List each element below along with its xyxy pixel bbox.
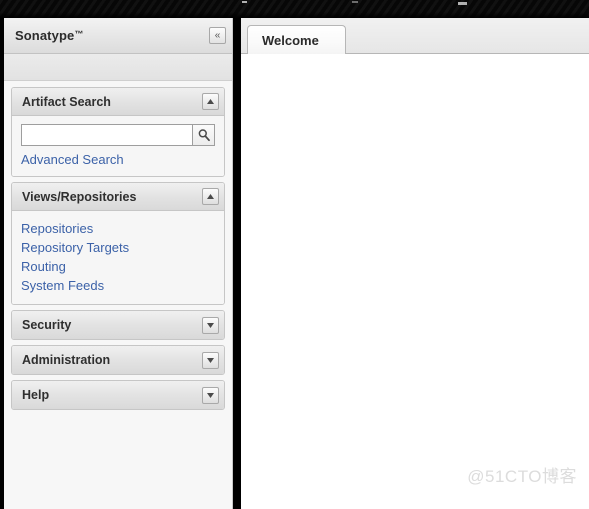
- panel-body-artifact-search: Advanced Search: [12, 116, 224, 176]
- sidebar-accordion: Artifact Search Advanced Search Views/Re…: [4, 81, 232, 410]
- panel-title: Security: [22, 318, 72, 332]
- sidebar-toolbar-strip: [4, 54, 232, 81]
- top-bar-glint: [242, 1, 247, 3]
- panel-artifact-search: Artifact Search Advanced Search: [11, 87, 225, 177]
- views-repositories-link-list: Repositories Repository Targets Routing …: [21, 219, 215, 295]
- search-icon[interactable]: [192, 124, 215, 146]
- panel-title: Views/Repositories: [22, 189, 137, 204]
- window-top-bar: [0, 0, 589, 18]
- tab-panel-welcome: [241, 54, 589, 509]
- tab-welcome[interactable]: Welcome: [247, 25, 346, 55]
- link-repository-targets[interactable]: Repository Targets: [21, 240, 129, 255]
- sidebar-content-divider: [233, 18, 241, 509]
- panel-title: Artifact Search: [22, 94, 111, 109]
- tab-bar: Welcome: [241, 18, 589, 55]
- panel-title: Help: [22, 388, 50, 402]
- link-repositories[interactable]: Repositories: [21, 221, 93, 236]
- sidebar: Sonatype™ « Artifact Search Advanced Sea…: [4, 18, 233, 509]
- panel-security: Security: [11, 310, 225, 340]
- panel-views-repositories: Views/Repositories Repositories Reposito…: [11, 182, 225, 305]
- panel-header-views-repositories[interactable]: Views/Repositories: [12, 183, 224, 211]
- panel-body-views-repositories: Repositories Repository Targets Routing …: [12, 211, 224, 304]
- list-item: Repository Targets: [21, 238, 215, 257]
- watermark: @51CTO博客: [467, 467, 577, 486]
- panel-header-security[interactable]: Security: [12, 311, 224, 339]
- top-bar-glint: [458, 2, 467, 5]
- brand-title: Sonatype™: [15, 28, 83, 43]
- trademark-symbol: ™: [74, 29, 84, 39]
- list-item: Repositories: [21, 219, 215, 238]
- sidebar-brand-bar: Sonatype™ «: [4, 18, 232, 54]
- panel-header-help[interactable]: Help: [12, 381, 224, 409]
- double-chevron-left-icon: «: [214, 29, 221, 41]
- link-system-feeds[interactable]: System Feeds: [21, 278, 104, 293]
- application-window: Sonatype™ « Artifact Search Advanced Sea…: [0, 0, 589, 509]
- tab-label: Welcome: [262, 33, 319, 48]
- chevron-down-icon[interactable]: [202, 386, 219, 404]
- chevron-down-icon[interactable]: [202, 351, 219, 369]
- brand-name: Sonatype: [15, 28, 75, 43]
- list-item: System Feeds: [21, 276, 215, 295]
- panel-help: Help: [11, 380, 225, 410]
- sidebar-container: Sonatype™ « Artifact Search Advanced Sea…: [0, 18, 241, 509]
- panel-administration: Administration: [11, 345, 225, 375]
- main-content-area: Welcome: [241, 18, 589, 509]
- panel-title: Administration: [22, 353, 111, 367]
- advanced-search-link[interactable]: Advanced Search: [21, 152, 215, 167]
- panel-header-administration[interactable]: Administration: [12, 346, 224, 374]
- chevron-up-icon[interactable]: [202, 93, 219, 110]
- artifact-search-input[interactable]: [21, 124, 192, 146]
- chevron-down-icon[interactable]: [202, 316, 219, 334]
- sidebar-collapse-button[interactable]: «: [209, 27, 226, 44]
- artifact-search-row: [21, 124, 215, 146]
- list-item: Routing: [21, 257, 215, 276]
- chevron-up-icon[interactable]: [202, 188, 219, 205]
- panel-header-artifact-search[interactable]: Artifact Search: [12, 88, 224, 116]
- link-routing[interactable]: Routing: [21, 259, 66, 274]
- top-bar-glint: [352, 1, 358, 3]
